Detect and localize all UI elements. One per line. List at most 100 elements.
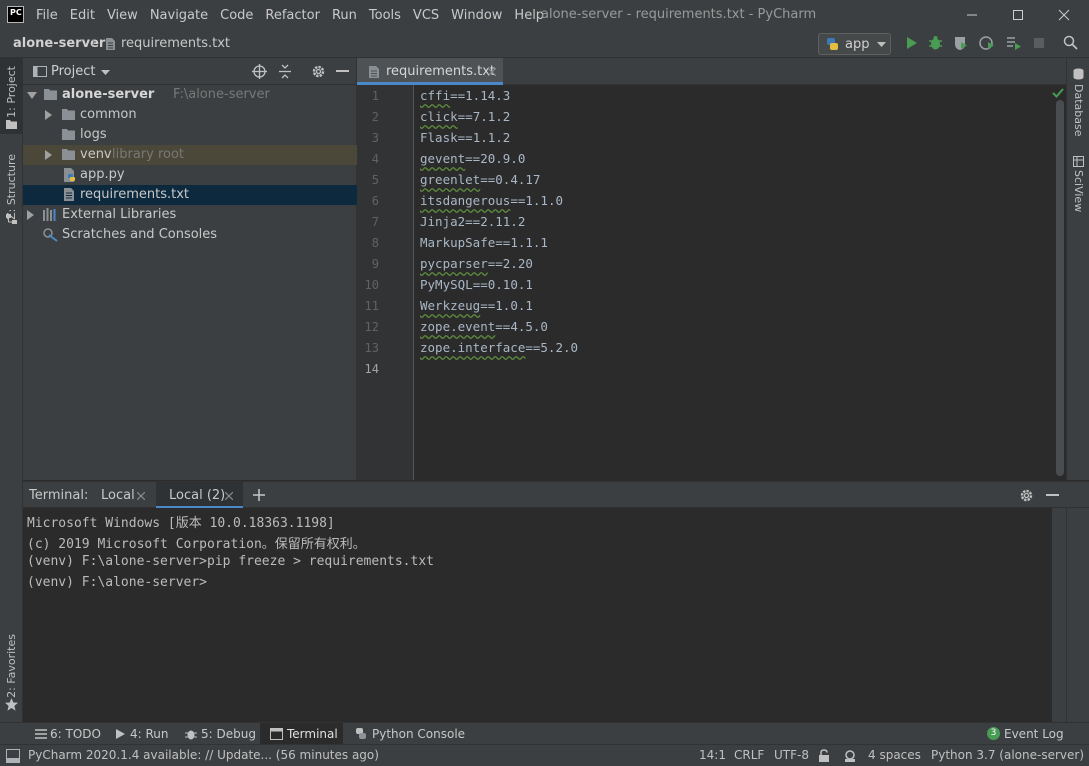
package-version: ==20.9.0	[465, 151, 526, 166]
terminal-scrollbar[interactable]	[1052, 508, 1066, 722]
close-icon[interactable]	[137, 492, 145, 500]
package-name: greenlet	[420, 172, 481, 187]
locate-file-icon[interactable]	[252, 64, 267, 79]
menu-window[interactable]: Window	[451, 8, 502, 23]
terminal-tab-label: Local (2)	[169, 488, 226, 503]
structure-tool-tab[interactable]: Z: Structure	[0, 150, 23, 230]
run-label: 4: Run	[130, 727, 169, 741]
run-tool-button[interactable]: 4: Run	[110, 723, 172, 745]
menu-code[interactable]: Code	[220, 8, 253, 23]
package-version: ==1.1.1	[495, 235, 548, 250]
tree-item-common[interactable]: common	[23, 105, 357, 125]
breadcrumb-file[interactable]: requirements.txt	[121, 36, 230, 51]
list-icon	[35, 729, 47, 739]
debug-tool-button[interactable]: 5: Debug	[180, 723, 256, 745]
debug-icon[interactable]	[928, 35, 943, 51]
tree-item-venv[interactable]: venv library root	[23, 145, 357, 165]
line-number: 5	[371, 173, 379, 187]
python-interpreter[interactable]: Python 3.7 (alone-server)	[931, 748, 1084, 762]
file-encoding[interactable]: UTF-8	[774, 748, 809, 762]
tree-item-project-root[interactable]: alone-server F:\alone-server	[23, 85, 357, 105]
lock-icon[interactable]	[818, 749, 830, 763]
run-icon[interactable]	[904, 36, 918, 50]
line-number: 11	[364, 299, 379, 313]
project-panel-title[interactable]: Project	[51, 64, 95, 79]
close-icon[interactable]	[488, 68, 496, 76]
close-icon	[1058, 9, 1070, 21]
run-configuration-select[interactable]: app	[818, 33, 891, 55]
menu-run[interactable]: Run	[332, 8, 357, 23]
terminal-tool-button[interactable]: Terminal	[260, 723, 343, 745]
tree-label: logs	[80, 127, 107, 142]
line-number-gutter: 1 2 3 4 5 6 7 8 9 10 11 12 13 14	[357, 85, 414, 480]
event-log-button[interactable]: 3 Event Log	[983, 723, 1064, 745]
python-console-label: Python Console	[372, 727, 466, 741]
package-version: ==7.1.2	[457, 109, 511, 124]
tree-item-logs[interactable]: logs	[23, 125, 357, 145]
hide-panel-icon[interactable]	[336, 70, 349, 73]
menu-edit[interactable]: Edit	[70, 8, 95, 23]
menu-tools[interactable]: Tools	[369, 8, 401, 23]
project-tool-tab[interactable]: 1: Project	[0, 58, 23, 134]
debug-icon	[185, 730, 197, 740]
chevron-down-icon[interactable]	[101, 70, 110, 76]
event-count-badge: 3	[987, 727, 1000, 740]
package-version: ==1.1.2	[457, 130, 511, 145]
database-tool-tab[interactable]: Database	[1067, 66, 1089, 146]
menu-file[interactable]: File	[36, 8, 58, 23]
editor-scrollbar[interactable]	[1056, 100, 1064, 476]
package-version: ==5.2.0	[525, 340, 579, 355]
close-button[interactable]	[1041, 0, 1087, 30]
inspector-icon[interactable]	[843, 749, 857, 763]
menu-vcs[interactable]: VCS	[413, 8, 439, 23]
code-line: cffi==1.14.3	[420, 88, 510, 103]
terminal-tab-local-2[interactable]: Local (2)	[156, 482, 243, 509]
right-tool-strip-lower	[1066, 508, 1089, 722]
folder-icon	[62, 149, 75, 160]
code-editor[interactable]: cffi==1.14.3 click==7.1.2 Flask==1.1.2 g…	[415, 85, 1066, 480]
line-number: 6	[371, 194, 379, 208]
gear-icon[interactable]	[1019, 488, 1034, 503]
build-icon[interactable]	[1006, 36, 1021, 50]
favorites-tool-tab[interactable]: 2: Favorites	[0, 632, 23, 718]
line-separator[interactable]: CRLF	[734, 748, 764, 762]
tree-item-external-libraries[interactable]: External Libraries	[23, 205, 357, 225]
minimize-button[interactable]	[949, 0, 995, 30]
gear-icon[interactable]	[311, 64, 326, 79]
pycharm-logo: PC	[7, 6, 24, 23]
tree-item-app-py[interactable]: app.py	[23, 165, 357, 185]
caret-position[interactable]: 14:1	[699, 748, 726, 762]
python-file-icon	[64, 168, 75, 182]
menu-refactor[interactable]: Refactor	[265, 8, 320, 23]
terminal-header: Terminal: Local Local (2)	[23, 481, 1089, 509]
indent-setting[interactable]: 4 spaces	[868, 748, 921, 762]
minimize-icon	[967, 14, 977, 16]
folder-icon	[6, 120, 17, 129]
package-version: ==4.5.0	[495, 319, 548, 334]
profile-icon[interactable]	[979, 35, 995, 51]
menu-view[interactable]: View	[107, 8, 138, 23]
terminal-output[interactable]: Microsoft Windows [版本 10.0.18363.1198] (…	[23, 508, 1052, 722]
sciview-tool-tab[interactable]: SciView	[1067, 154, 1089, 224]
add-icon[interactable]	[253, 489, 265, 501]
code-line: Werkzeug==1.0.1	[420, 298, 533, 313]
toggle-tool-windows-icon[interactable]	[6, 749, 20, 763]
stop-icon[interactable]	[1033, 37, 1045, 49]
tree-item-requirements[interactable]: requirements.txt	[23, 185, 357, 205]
close-icon[interactable]	[225, 492, 233, 500]
tree-label: venv	[80, 147, 112, 162]
tree-item-scratches[interactable]: Scratches and Consoles	[23, 225, 357, 245]
menu-navigate[interactable]: Navigate	[150, 8, 208, 23]
python-console-button[interactable]: Python Console	[350, 723, 465, 745]
hide-panel-icon[interactable]	[1046, 494, 1059, 497]
menu-help[interactable]: Help	[514, 8, 544, 23]
status-message[interactable]: PyCharm 2020.1.4 available: // Update...…	[28, 748, 379, 762]
collapse-all-icon[interactable]	[278, 64, 292, 79]
search-everywhere-icon[interactable]	[1063, 35, 1078, 50]
tab-requirements-txt[interactable]: requirements.txt	[357, 58, 503, 85]
run-with-coverage-icon[interactable]	[953, 35, 968, 51]
todo-tool-button[interactable]: 6: TODO	[30, 723, 102, 745]
project-view-icon	[33, 66, 47, 77]
terminal-tab-local[interactable]: Local	[91, 482, 153, 509]
maximize-button[interactable]	[995, 0, 1041, 30]
